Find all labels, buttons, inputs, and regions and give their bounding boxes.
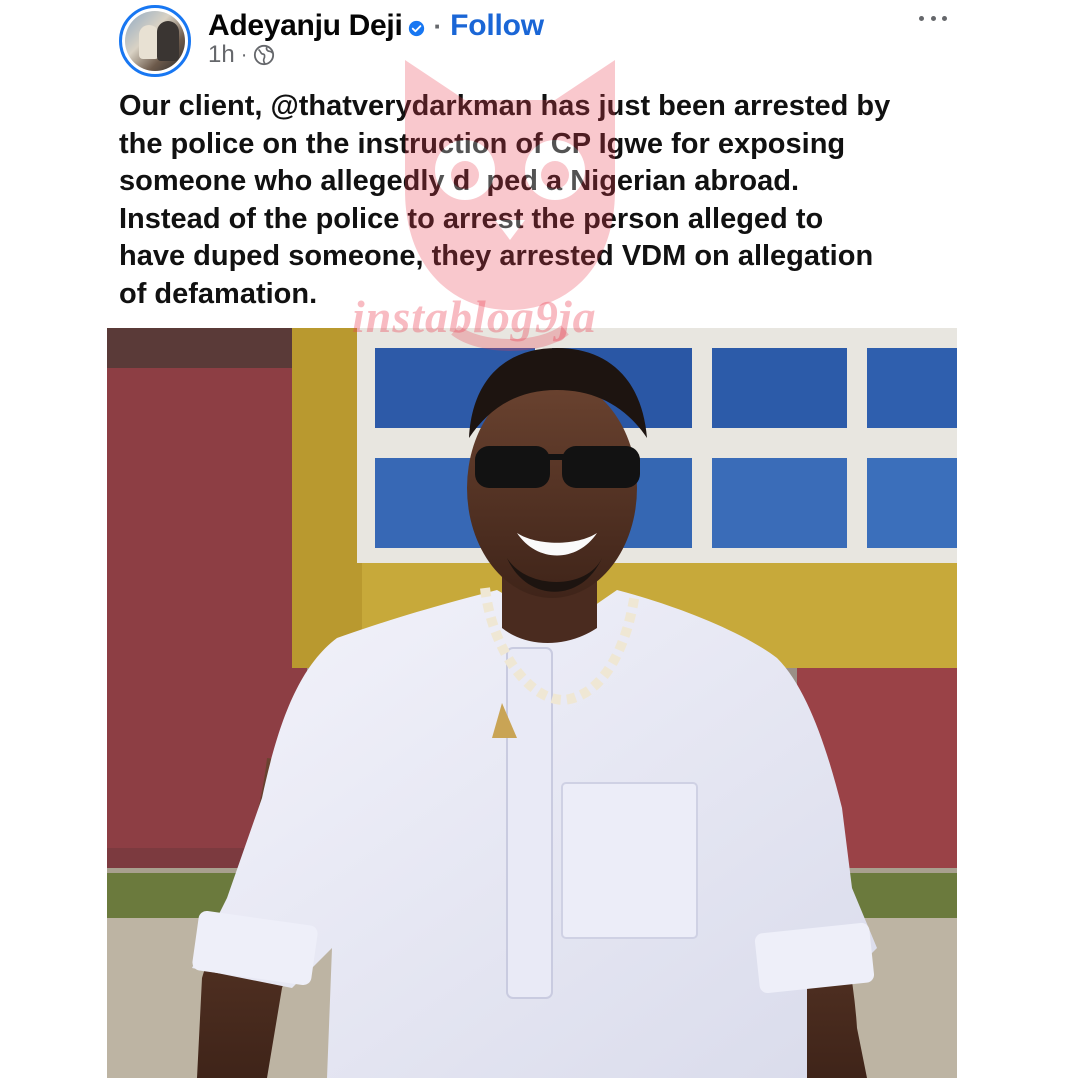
follow-button[interactable]: Follow <box>450 9 544 43</box>
post-timestamp[interactable]: 1h <box>208 41 235 69</box>
author-name[interactable]: Adeyanju Deji <box>208 9 403 43</box>
post-body-line: of defamation. <box>119 277 318 310</box>
more-options-button[interactable] <box>916 6 950 30</box>
meta-separator: · <box>240 43 248 66</box>
post-body-line: Our client, @thatverydarkman has just be… <box>119 90 891 122</box>
avatar-image <box>125 11 185 71</box>
verified-badge-icon <box>409 20 425 36</box>
post-meta: 1h · <box>208 40 275 70</box>
globe-icon[interactable] <box>253 44 275 66</box>
post-body-line: the police on the instruction of CP Igwe… <box>119 127 846 160</box>
post-body-line: Instead of the police to arrest the pers… <box>119 202 824 235</box>
photo-illustration <box>107 328 957 1078</box>
post-body-line: have duped someone, they arrested VDM on… <box>119 240 874 272</box>
post-header: Adeyanju Deji · Follow 1h · <box>0 0 1080 90</box>
header-separator: · <box>433 10 443 41</box>
author-avatar[interactable] <box>119 5 191 77</box>
post-photo[interactable] <box>107 328 957 1078</box>
post-body: Our client, @thatverydarkman has just be… <box>119 88 969 313</box>
post-body-line: someone who allegedly d ped a Nigerian a… <box>119 165 800 197</box>
more-horizontal-icon <box>919 15 924 21</box>
